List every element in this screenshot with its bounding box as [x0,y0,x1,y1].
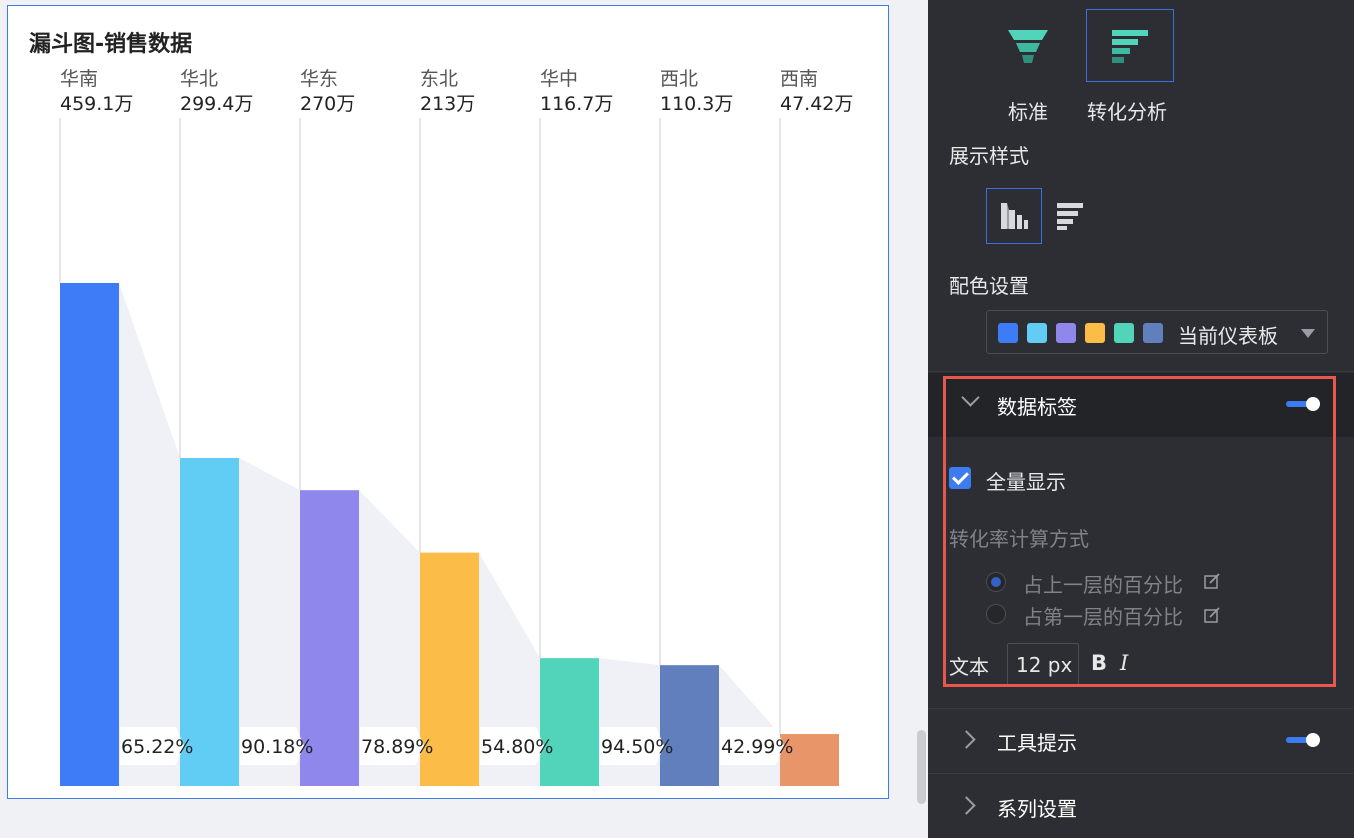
display-style-layers-button[interactable] [1042,188,1098,244]
palette-swatch [998,323,1018,343]
series-title: 系列设置 [997,797,1077,821]
funnel-connector-area [599,658,660,786]
app-root: 漏斗图-销售数据 华南 459.1万 华北 299.4万 华东 270万 东北 213万 华中 1… [0,0,1354,838]
funnel-bar [60,283,119,786]
category-label: 华中 [540,68,578,90]
funnel-chart: 华南 459.1万 华北 299.4万 华东 270万 东北 213万 华中 116.7万 西北 11… [59,68,853,786]
tooltip-toggle[interactable] [1286,732,1320,748]
conversion-rate-label: 54.80% [481,736,553,758]
toggle-knob [1306,733,1320,747]
conversion-rate-label: 42.99% [721,736,793,758]
conversion-rate-label: 78.89% [361,736,433,758]
display-style-columns-button[interactable] [986,188,1042,244]
caret-down-icon[interactable] [1301,329,1315,338]
chevron-right-icon[interactable] [957,730,976,749]
tooltip-title: 工具提示 [997,731,1077,755]
settings-panel: 标准 转化分析 展示样式 配色设置 当前仪表板 数据标签 全量显示 转化率计算方… [928,0,1354,838]
funnel-connector-area [719,665,780,786]
scrollbar-thumb[interactable] [917,730,926,804]
value-label: 299.4万 [180,93,253,115]
chart-type-standard-label: 标准 [1008,100,1048,124]
palette-swatch [1027,323,1047,343]
category-label: 华北 [180,68,218,90]
series-section-header[interactable]: 系列设置 [928,775,1354,838]
highlight-annotation-box [943,376,1336,687]
chart-type-conversion-button[interactable] [1086,9,1174,82]
bar-columns-icon [1001,203,1028,229]
value-label: 110.3万 [660,93,733,115]
funnel-conversion-icon [1112,29,1148,63]
palette-swatch [1085,323,1105,343]
chevron-right-icon[interactable] [957,796,976,815]
conversion-rate-label: 65.22% [121,736,193,758]
category-label: 华东 [300,68,338,90]
category-label: 西南 [780,68,818,90]
palette-select[interactable]: 当前仪表板 [986,310,1328,354]
conversion-rate-label: 90.18% [241,736,313,758]
funnel-standard-icon [1008,29,1048,63]
display-style-heading: 展示样式 [949,144,1029,168]
funnel-connector-area [119,283,180,786]
category-label: 西北 [660,68,698,90]
value-label: 47.42万 [780,93,853,115]
funnel-layers-icon [1057,203,1083,230]
divider [928,371,1354,372]
palette-swatch [1056,323,1076,343]
category-label: 华南 [60,68,98,90]
chart-type-standard-button[interactable] [984,9,1072,82]
palette-swatch [1143,323,1163,343]
palette-name: 当前仪表板 [1178,324,1278,348]
scrollbar-track[interactable] [912,0,928,838]
chart-type-conversion-label: 转化分析 [1087,100,1167,124]
palette-swatch [1114,323,1134,343]
divider [928,773,1354,774]
funnel-bar [660,665,719,786]
tooltip-section-header[interactable]: 工具提示 [928,709,1354,773]
category-label: 东北 [420,68,458,90]
value-label: 270万 [300,93,355,115]
conversion-rate-label: 94.50% [601,736,673,758]
value-label: 459.1万 [60,93,133,115]
funnel-chart-card: 漏斗图-销售数据 华南 459.1万 华北 299.4万 华东 270万 东北 213万 华中 1… [7,5,889,799]
value-label: 116.7万 [540,93,613,115]
color-setting-heading: 配色设置 [949,274,1029,298]
funnel-bar [540,658,599,786]
value-label: 213万 [420,93,475,115]
